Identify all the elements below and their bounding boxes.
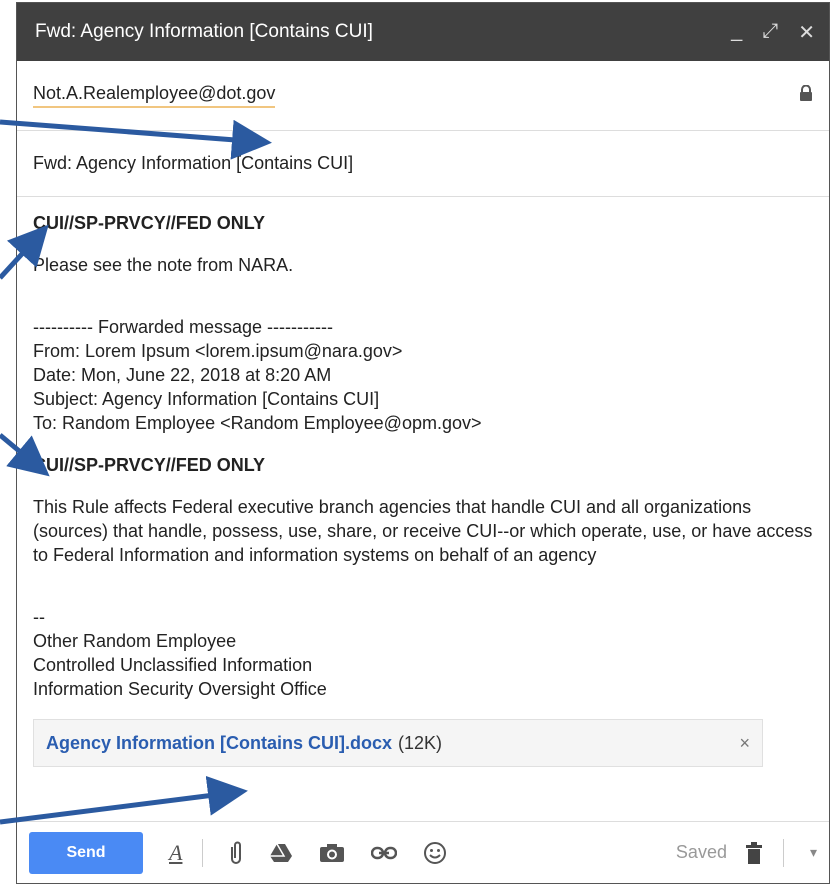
saved-status: Saved — [675, 842, 727, 862]
message-body[interactable]: CUI//SP-PRVCY//FED ONLY Please see the n… — [17, 197, 829, 767]
expand-icon[interactable]: ⤢ — [762, 20, 778, 45]
forward-date: Date: Mon, June 22, 2018 at 8:20 AM — [33, 365, 332, 385]
subject-row[interactable]: Fwd: Agency Information [Contains CUI] — [17, 131, 829, 197]
formatting-icon[interactable]: A — [169, 840, 182, 866]
forward-from: From: Lorem Ipsum <lorem.ipsum@nara.gov> — [33, 341, 403, 361]
signature-dash: -- — [33, 607, 45, 627]
signature-line-2: Controlled Unclassified Information — [33, 655, 313, 675]
title-bar: Fwd: Agency Information [Contains CUI] _… — [17, 3, 829, 61]
rule-paragraph: This Rule affects Federal executive bran… — [33, 497, 813, 565]
send-button[interactable]: Send — [29, 831, 143, 874]
cui-banner-top: CUI//SP-PRVCY//FED ONLY — [33, 213, 266, 233]
compose-toolbar: Send A Saved ▾ — [17, 821, 829, 883]
close-icon[interactable]: ✕ — [798, 20, 815, 45]
forward-header: ---------- Forwarded message ----------- — [33, 317, 333, 337]
subject-field[interactable]: Fwd: Agency Information [Contains CUI] — [33, 153, 353, 174]
compose-window: Fwd: Agency Information [Contains CUI] _… — [16, 2, 830, 884]
emoji-icon[interactable] — [423, 841, 447, 865]
minimize-icon[interactable]: _ — [731, 20, 742, 45]
cui-banner-inner: CUI//SP-PRVCY//FED ONLY — [33, 455, 266, 475]
recipient-chip[interactable]: Not.A.Realemployee@dot.gov — [33, 83, 276, 108]
signature-line-3: Information Security Oversight Office — [33, 679, 327, 699]
drive-icon[interactable] — [269, 843, 293, 863]
toolbar-divider-right — [782, 838, 784, 867]
attachment-chip[interactable]: Agency Information [Contains CUI].docx (… — [33, 719, 763, 767]
trash-icon[interactable] — [745, 841, 763, 864]
forward-to: To: Random Employee <Random Employee@opm… — [33, 413, 482, 433]
recipients-row[interactable]: Not.A.Realemployee@dot.gov — [17, 61, 829, 131]
forward-subject: Subject: Agency Information [Contains CU… — [33, 389, 380, 409]
attachment-name[interactable]: Agency Information [Contains CUI].docx — [46, 731, 392, 755]
photo-icon[interactable] — [319, 843, 345, 863]
attach-icon[interactable] — [229, 841, 243, 865]
signature-name: Other Random Employee — [33, 631, 237, 651]
attachment-size: (12K) — [398, 733, 443, 753]
link-icon[interactable] — [371, 846, 398, 860]
toolbar-divider — [202, 838, 204, 867]
note-text: Please see the note from NARA. — [33, 255, 294, 275]
more-options-icon[interactable]: ▾ — [810, 844, 817, 861]
lock-icon — [799, 84, 813, 106]
format-label: A — [169, 839, 183, 865]
remove-attachment-icon[interactable]: × — [739, 731, 750, 755]
window-title: Fwd: Agency Information [Contains CUI] — [35, 21, 373, 42]
